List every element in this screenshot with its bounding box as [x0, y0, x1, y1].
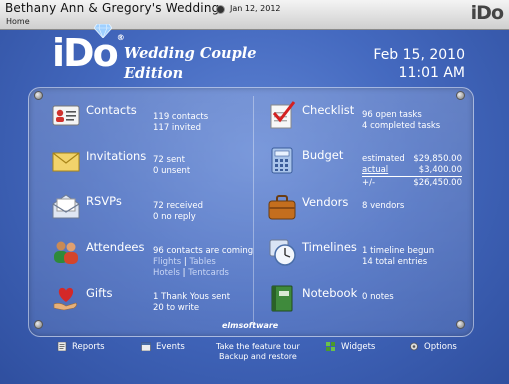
tables-link[interactable]: Tables	[189, 257, 215, 267]
tour-links: Take the feature tour Backup and restore	[216, 342, 300, 362]
edition-line2: Edition	[124, 65, 184, 82]
events-label: Events	[156, 342, 185, 352]
invitations-label: Invitations	[86, 149, 147, 163]
screw-icon	[34, 91, 43, 100]
edition-line1: Wedding Couple	[124, 45, 257, 62]
attendees-label: Attendees	[86, 240, 145, 254]
people-icon	[54, 241, 78, 264]
completed-tasks: 4 completed tasks	[362, 121, 441, 131]
budget-stats: estimated $29,850.00 actual $3,400.00 +/…	[362, 154, 462, 188]
estimated-label: estimated	[362, 154, 405, 164]
contacts-invited: 117 invited	[153, 123, 202, 133]
rsvps-no-reply: 0 no reply	[153, 212, 196, 222]
actual-value: $3,400.00	[418, 165, 462, 175]
current-date: Feb 15, 2010	[373, 47, 465, 63]
difference-value: $26,450.00	[413, 178, 462, 188]
wedding-title: Bethany Ann & Gregory's Wedding	[5, 1, 220, 15]
breadcrumb-home[interactable]: Home	[6, 17, 30, 26]
tentcards-link[interactable]: Tentcards	[188, 268, 229, 278]
logo-text: iDo	[470, 2, 504, 24]
estimated-value: $29,850.00	[413, 154, 462, 164]
elmsoftware-logo: elmsoftware	[222, 321, 278, 330]
registered-mark: ®	[116, 33, 125, 42]
widgets-icon	[326, 342, 335, 351]
options-label: Options	[424, 342, 457, 352]
title-bar: Bethany Ann & Gregory's Wedding Jan 12, …	[0, 0, 509, 30]
notes-count: 0 notes	[362, 292, 394, 302]
vendors-stats: 8 vendors	[362, 201, 404, 212]
brand-text: elmsoftware	[222, 321, 279, 330]
reports-icon	[57, 342, 67, 351]
link-separator: |	[182, 268, 186, 278]
timeline-entries: 14 total entries	[362, 257, 428, 267]
widgets-label: Widgets	[341, 342, 376, 352]
notebook-label: Notebook	[302, 286, 358, 300]
difference-label: +/-	[362, 178, 376, 188]
invitations-unsent: 0 unsent	[153, 166, 191, 176]
link-separator: |	[183, 257, 187, 267]
rsvps-received: 72 received	[153, 201, 203, 211]
contacts-stats: 119 contacts 117 invited	[153, 112, 208, 134]
checklist-stats: 96 open tasks 4 completed tasks	[362, 110, 440, 132]
edition-title: Wedding Couple Edition	[124, 44, 256, 84]
screw-icon	[456, 91, 465, 100]
flights-link[interactable]: Flights	[153, 257, 181, 267]
hotels-link[interactable]: Hotels	[153, 268, 180, 278]
budget-rule	[362, 176, 462, 177]
timelines-stats: 1 timeline begun 14 total entries	[362, 246, 434, 268]
clock-icon	[269, 239, 296, 266]
panel-divider	[253, 96, 254, 324]
gifts-stats: 1 Thank Yous sent 20 to write	[153, 292, 230, 314]
screw-icon	[34, 320, 43, 329]
invitations-stats: 72 sent 0 unsent	[153, 155, 190, 177]
gifts-label: Gifts	[86, 286, 113, 300]
thank-yous-sent: 1 Thank Yous sent	[153, 292, 231, 302]
date-selector-icon[interactable]	[216, 5, 225, 14]
app-logo: iDo®	[52, 24, 125, 72]
backup-restore-link[interactable]: Backup and restore	[216, 352, 300, 362]
calculator-icon	[271, 147, 293, 174]
reports-button[interactable]: Reports	[57, 342, 105, 352]
options-button[interactable]: Options	[409, 342, 457, 352]
vendors-count: 8 vendors	[362, 201, 405, 211]
screw-icon	[456, 320, 465, 329]
timelines-begun: 1 timeline begun	[362, 246, 435, 256]
open-tasks: 96 open tasks	[362, 110, 422, 120]
events-button[interactable]: Events	[141, 342, 185, 352]
checklist-icon	[270, 101, 296, 129]
attendees-count: 96 contacts are coming	[153, 246, 254, 256]
current-time: 11:01 AM	[398, 65, 465, 81]
heart-hand-icon	[53, 287, 77, 311]
notebook-stats: 0 notes	[362, 292, 394, 303]
notebook-icon	[271, 285, 293, 312]
vendors-label: Vendors	[302, 195, 349, 209]
options-icon	[410, 342, 418, 351]
calendar-icon	[141, 342, 151, 351]
app-logo-small: iDo	[470, 2, 504, 24]
actual-label: actual	[362, 165, 389, 175]
timelines-label: Timelines	[302, 240, 357, 254]
open-envelope-icon	[52, 194, 80, 219]
reports-label: Reports	[72, 342, 105, 352]
widgets-button[interactable]: Widgets	[326, 342, 375, 352]
contacts-label: Contacts	[86, 103, 137, 117]
rsvps-label: RSVPs	[86, 194, 122, 208]
diamond-icon	[94, 24, 112, 38]
contact-card-icon	[52, 105, 80, 126]
rsvps-stats: 72 received 0 no reply	[153, 201, 203, 223]
checklist-label: Checklist	[302, 103, 355, 117]
contacts-count: 119 contacts	[153, 112, 209, 122]
feature-tour-link[interactable]: Take the feature tour	[216, 342, 300, 352]
budget-label: Budget	[302, 148, 344, 162]
thank-yous-to-write: 20 to write	[153, 303, 200, 313]
envelope-icon	[52, 152, 80, 172]
briefcase-icon	[268, 195, 296, 220]
invitations-sent: 72 sent	[153, 155, 185, 165]
attendees-stats: 96 contacts are coming Flights | Tables …	[153, 246, 253, 279]
wedding-date[interactable]: Jan 12, 2012	[230, 4, 281, 13]
